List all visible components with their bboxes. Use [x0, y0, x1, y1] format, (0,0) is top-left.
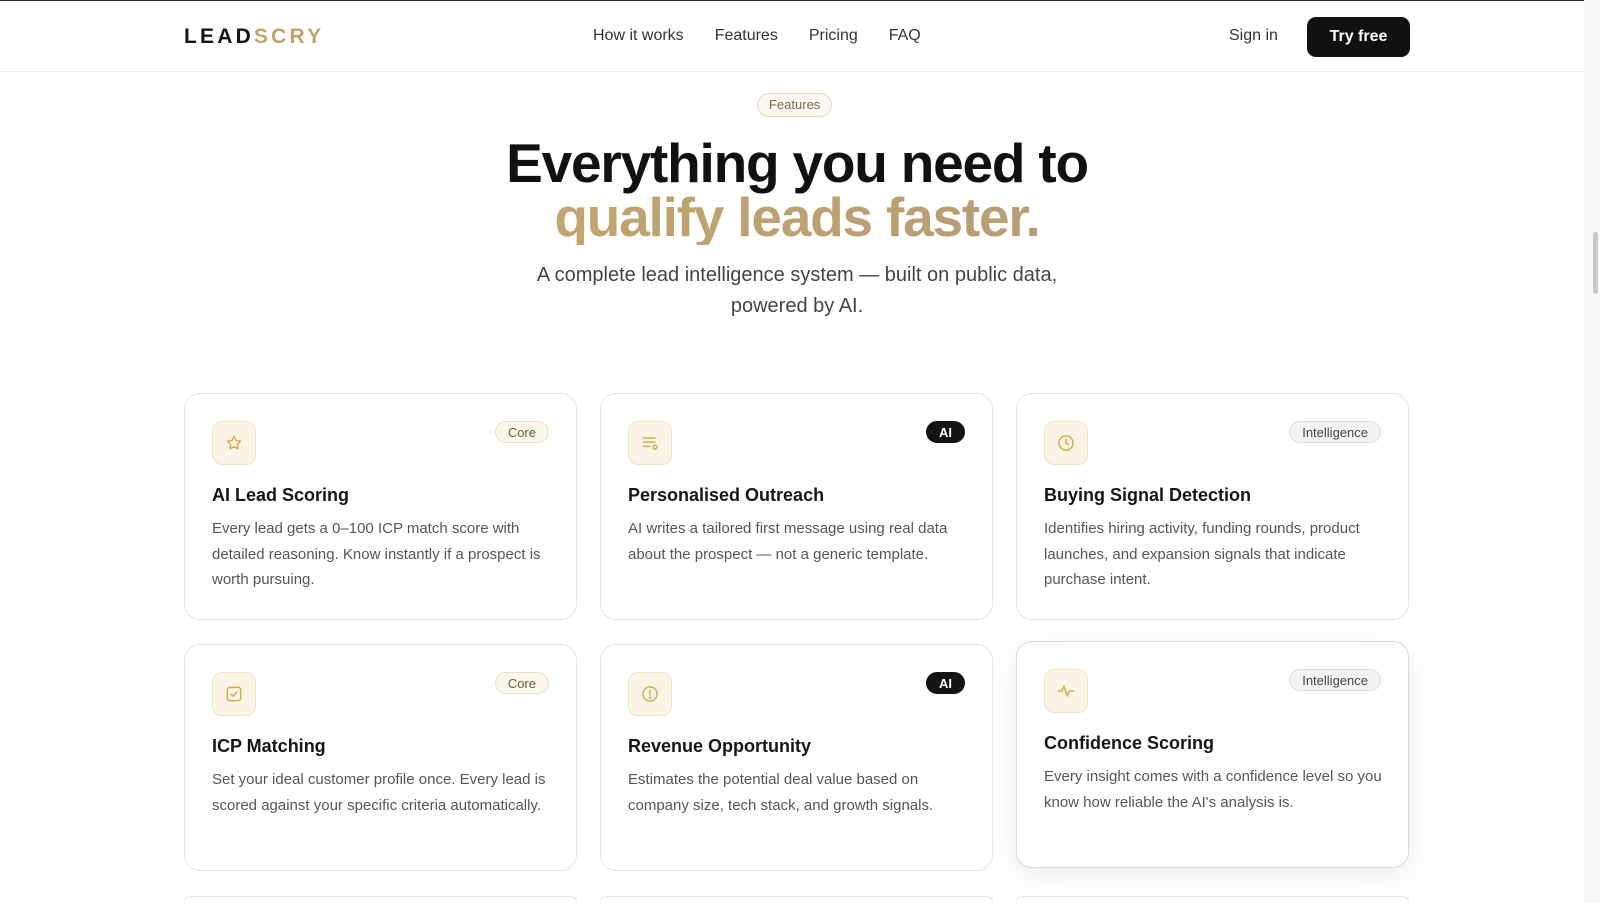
card-title: Confidence Scoring — [1044, 733, 1215, 753]
section-heading-line2: qualify leads faster. — [400, 189, 1194, 245]
main-nav: How it works Features Pricing FAQ — [593, 25, 921, 47]
message-lines-icon — [628, 421, 672, 465]
feature-card-partial[interactable] — [600, 896, 993, 903]
scrollbar[interactable] — [1584, 0, 1600, 903]
checkbox-icon — [212, 672, 256, 716]
feature-card-partial[interactable] — [184, 896, 577, 903]
card-badge: AI — [926, 672, 965, 694]
card-description: Estimates the potential deal value based… — [628, 771, 934, 814]
try-free-button[interactable]: Try free — [1307, 17, 1410, 57]
feature-card-buying-signal-detection[interactable]: Intelligence Buying Signal Detection Ide… — [1016, 393, 1409, 620]
card-badge: Core — [494, 672, 549, 694]
card-description: Every insight comes with a confidence le… — [1044, 768, 1382, 811]
card-badge: Intelligence — [1289, 669, 1381, 691]
feature-card-personalised-outreach[interactable]: AI Personalised Outreach AI writes a tai… — [600, 393, 993, 620]
pulse-icon — [1044, 669, 1088, 713]
section-subtitle-line1: A complete lead intelligence system — bu… — [536, 264, 1058, 286]
section-subtitle-line2: powered by AI. — [730, 295, 864, 317]
scrollbar-thumb[interactable] — [1593, 232, 1598, 294]
card-description: Every lead gets a 0–100 ICP match score … — [212, 520, 541, 588]
star-icon — [212, 421, 256, 465]
card-description: Identifies hiring activity, funding roun… — [1044, 520, 1360, 588]
feature-card-partial[interactable] — [1016, 896, 1409, 903]
card-description: AI writes a tailored first message using… — [628, 520, 948, 563]
card-title: Revenue Opportunity — [628, 736, 812, 756]
nav-features[interactable]: Features — [715, 25, 778, 47]
card-title: AI Lead Scoring — [212, 485, 350, 505]
feature-card-ai-lead-scoring[interactable]: Core AI Lead Scoring Every lead gets a 0… — [184, 393, 577, 620]
card-badge: Intelligence — [1289, 421, 1381, 443]
section-heading-line1: Everything you need to — [506, 132, 1089, 194]
clock-icon — [1044, 421, 1088, 465]
section-pill: Features — [757, 93, 833, 117]
feature-card-revenue-opportunity[interactable]: AI Revenue Opportunity Estimates the pot… — [600, 644, 993, 871]
sign-in-link[interactable]: Sign in — [1229, 25, 1278, 47]
card-description: Set your ideal customer profile once. Ev… — [212, 771, 546, 814]
card-title: ICP Matching — [212, 736, 326, 756]
site-header: LEADSCRY How it works Features Pricing F… — [0, 1, 1584, 72]
feature-card-icp-matching[interactable]: Core ICP Matching Set your ideal custome… — [184, 644, 577, 871]
logo[interactable]: LEADSCRY — [184, 25, 324, 49]
card-badge: AI — [926, 421, 965, 443]
nav-faq[interactable]: FAQ — [889, 25, 921, 47]
card-title: Buying Signal Detection — [1044, 485, 1252, 505]
logo-part-scry: SCRY — [253, 25, 325, 48]
nav-how-it-works[interactable]: How it works — [593, 25, 684, 47]
card-title: Personalised Outreach — [628, 485, 825, 505]
feature-card-confidence-scoring[interactable]: Intelligence Confidence Scoring Every in… — [1016, 641, 1409, 868]
alert-circle-icon — [628, 672, 672, 716]
nav-pricing[interactable]: Pricing — [809, 25, 858, 47]
logo-part-lead: LEAD — [184, 25, 254, 48]
card-badge: Core — [494, 421, 549, 443]
